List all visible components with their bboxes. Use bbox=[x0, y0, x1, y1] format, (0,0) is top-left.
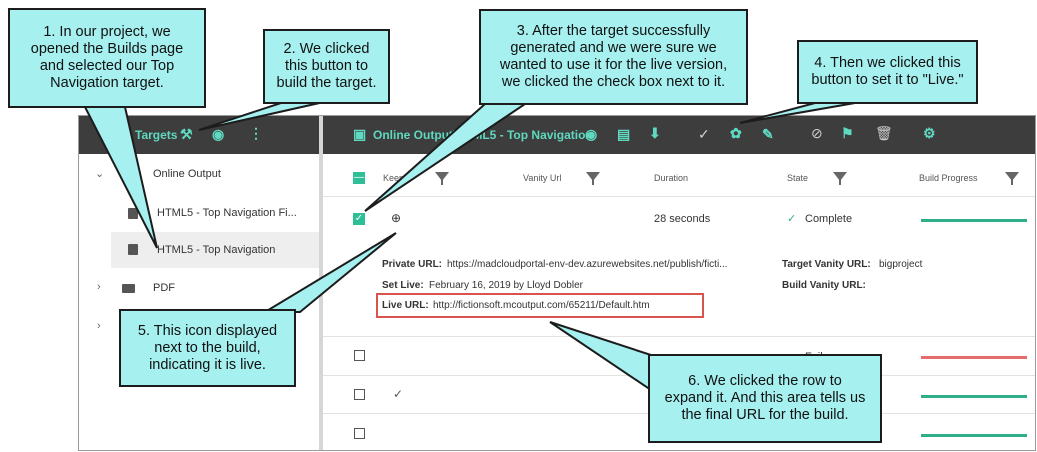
callout-1-line: opened the Builds page bbox=[30, 41, 184, 57]
callout-2-line: build the target. bbox=[276, 75, 377, 91]
callout-5-line: 5. This icon displayed bbox=[137, 322, 278, 339]
callout-1-line: 1. In our project, we bbox=[43, 24, 171, 40]
callout-4-line: 4. Then we clicked this bbox=[814, 55, 961, 71]
callout-5-line: next to the build, bbox=[154, 339, 261, 356]
callout-6-line: expand it. And this area tells us bbox=[664, 390, 866, 406]
callout-1-pointer bbox=[83, 106, 158, 249]
callout-3-pointer bbox=[364, 103, 529, 212]
callout-3-line: generated and we were sure we bbox=[510, 40, 717, 56]
callout-6-line: 6. We clicked the row to bbox=[688, 373, 842, 389]
callout-6: 6. We clicked the row to expand it. And … bbox=[648, 354, 882, 443]
callout-4: 4. Then we clicked this button to set it… bbox=[797, 40, 978, 104]
callout-1: 1. In our project, we opened the Builds … bbox=[8, 8, 206, 108]
callout-3-line: 3. After the target successfully bbox=[516, 23, 711, 39]
callout-2-pointer bbox=[198, 101, 325, 131]
callout-6-pointer bbox=[549, 321, 652, 392]
callout-4-line: button to set it to "Live." bbox=[811, 72, 964, 88]
callout-3-line: wanted to use it for the live version, bbox=[499, 57, 728, 73]
callout-5-pointer bbox=[261, 232, 397, 313]
callout-6-line: the final URL for the build. bbox=[681, 407, 849, 423]
callout-2-line: this button to bbox=[284, 58, 369, 74]
callout-1-line: and selected our Top bbox=[39, 58, 175, 74]
callout-2: 2. We clicked this button to build the t… bbox=[263, 29, 390, 104]
callout-4-pointer bbox=[739, 102, 856, 124]
callout-3-line: we clicked the check box next to it. bbox=[501, 74, 726, 90]
callout-2-line: 2. We clicked bbox=[283, 41, 370, 57]
callout-5: 5. This icon displayed next to the build… bbox=[119, 309, 296, 387]
callout-1-line: Navigation target. bbox=[50, 75, 164, 91]
callout-5-line: indicating it is live. bbox=[149, 356, 266, 373]
callout-3: 3. After the target successfully generat… bbox=[479, 9, 748, 105]
